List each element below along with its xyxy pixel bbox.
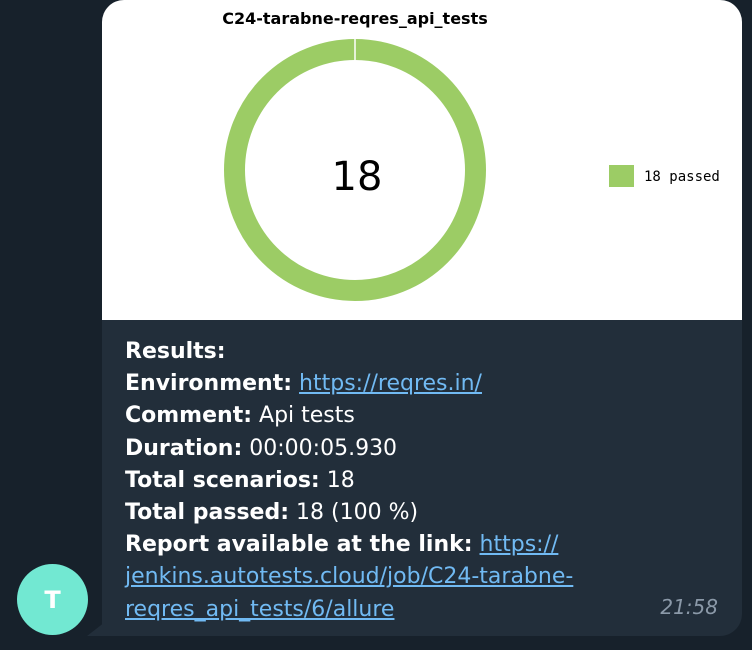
comment-label: Comment: (125, 403, 253, 429)
donut-chart: C24-tarabne-reqres_api_tests 18 18 passe… (222, 9, 720, 301)
chart-title: C24-tarabne-reqres_api_tests (222, 9, 488, 28)
chart-legend: 18 passed (609, 165, 720, 187)
comment-value: Api tests (259, 403, 355, 429)
avatar[interactable]: T (17, 564, 88, 635)
report-link-part-1[interactable]: https:// (480, 532, 559, 557)
chart-image[interactable]: C24-tarabne-reqres_api_tests 18 18 passe… (102, 0, 742, 320)
message-text: Results: Environment: https://reqres.in/… (125, 336, 645, 626)
report-row: Report available at the link: https:// (125, 529, 645, 561)
legend-label-0: 18 passed (644, 169, 720, 185)
environment-row: Environment: https://reqres.in/ (125, 368, 645, 400)
report-link-part-2[interactable]: jenkins.autotests.cloud/job/C24-tarabne- (125, 564, 573, 589)
environment-label: Environment: (125, 371, 293, 397)
comment-row: Comment: Api tests (125, 400, 645, 432)
results-heading: Results: (125, 339, 226, 364)
total-passed-label: Total passed: (125, 500, 290, 526)
duration-row: Duration: 00:00:05.930 (125, 433, 645, 465)
total-passed-row: Total passed: 18 (100 %) (125, 497, 645, 529)
total-scenarios-label: Total scenarios: (125, 467, 320, 493)
total-scenarios-value: 18 (326, 467, 355, 493)
total-scenarios-row: Total scenarios: 18 (125, 465, 645, 497)
report-row-3: reqres_api_tests/6/allure (125, 594, 645, 626)
report-row-2: jenkins.autotests.cloud/job/C24-tarabne- (125, 561, 645, 593)
chart-center-label: 18 (332, 154, 383, 200)
environment-link[interactable]: https://reqres.in/ (299, 371, 482, 396)
legend-swatch-0 (609, 165, 634, 187)
report-label: Report available at the link: (125, 532, 473, 558)
total-passed-value: 18 (100 %) (296, 500, 419, 526)
duration-label: Duration: (125, 435, 243, 461)
duration-value: 00:00:05.930 (249, 435, 398, 461)
report-link-part-3[interactable]: reqres_api_tests/6/allure (125, 597, 394, 622)
message-bubble: C24-tarabne-reqres_api_tests 18 18 passe… (102, 0, 742, 636)
message-timestamp: 21:58 (660, 595, 718, 619)
